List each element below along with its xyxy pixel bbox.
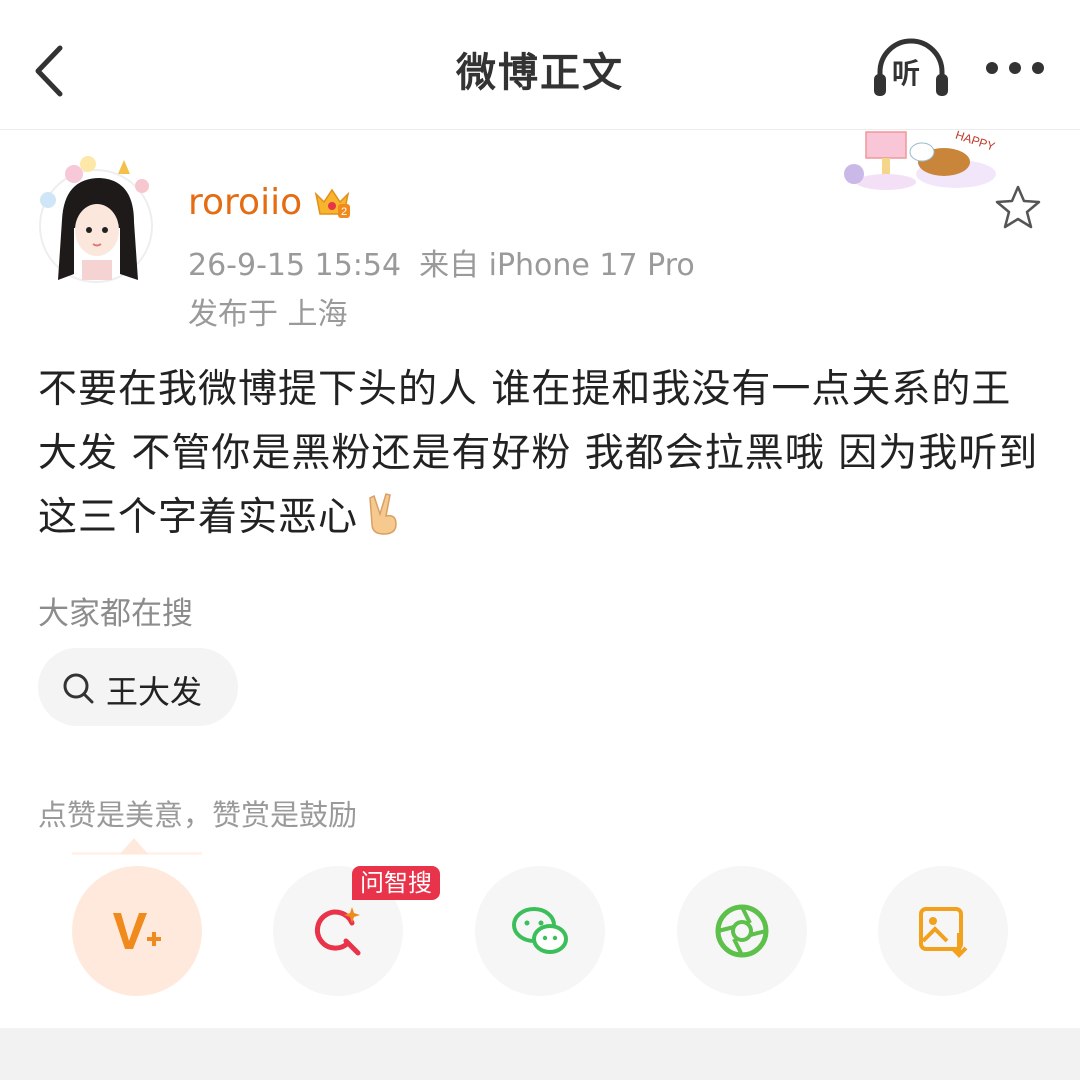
top-nav-bar: 微博正文 听: [0, 0, 1080, 130]
post-source: 来自 iPhone 17 Pro: [419, 248, 695, 283]
weibo-post-page: 微博正文 听 roroiio 2 26-9-15 15:54 来自 iPhone…: [0, 0, 1080, 1080]
post-time: 26-9-15 15:54: [188, 248, 402, 283]
post-location: 发布于 上海: [188, 297, 348, 332]
trending-search-heading: 大家都在搜: [38, 596, 193, 632]
bottom-divider-bar: [0, 1028, 1080, 1080]
dot-icon: [1009, 62, 1021, 74]
search-icon: [63, 673, 94, 704]
v-plus-button[interactable]: [72, 866, 202, 996]
vip-level-number: 2: [341, 206, 347, 218]
search-chip-label: 王大发: [106, 673, 203, 711]
ai-search-icon: [314, 907, 361, 956]
save-image-icon: [919, 907, 968, 958]
dot-icon: [1032, 62, 1044, 74]
reward-encourage-text: 点赞是美意，赞赏是鼓励: [38, 798, 358, 832]
vip-crown-icon[interactable]: 2: [312, 184, 352, 220]
ai-search-badge: 问智搜: [352, 866, 440, 900]
favorite-button[interactable]: [994, 184, 1042, 230]
post-meta: 26-9-15 15:54 来自 iPhone 17 Pro: [188, 240, 695, 284]
listen-label: 听: [892, 57, 921, 90]
post-content: 不要在我微博提下头的人 谁在提和我没有一点关系的王大发 不管你是黑粉还是有好粉 …: [38, 358, 1048, 550]
star-icon: [995, 185, 1041, 229]
listen-button[interactable]: 听: [870, 38, 952, 102]
sticker-text: HAPPY: [954, 128, 997, 154]
pointer-triangle: [120, 838, 148, 854]
wechat-icon: [512, 907, 568, 954]
card-sticker-decoration: HAPPY: [836, 128, 1006, 198]
more-options-button[interactable]: [980, 50, 1050, 90]
share-moments-button[interactable]: [677, 866, 807, 996]
post-text: 不要在我微博提下头的人 谁在提和我没有一点关系的王大发 不管你是黑粉还是有好粉 …: [38, 367, 1039, 540]
dot-icon: [986, 62, 998, 74]
search-chip[interactable]: 王大发: [38, 648, 238, 726]
save-image-button[interactable]: [878, 866, 1008, 996]
share-wechat-button[interactable]: [475, 866, 605, 996]
username[interactable]: roroiio: [188, 182, 302, 223]
user-avatar[interactable]: [34, 150, 154, 285]
moments-icon: [715, 904, 769, 958]
victory-hand-emoji-icon: [362, 492, 406, 536]
v-plus-icon: [113, 913, 161, 949]
